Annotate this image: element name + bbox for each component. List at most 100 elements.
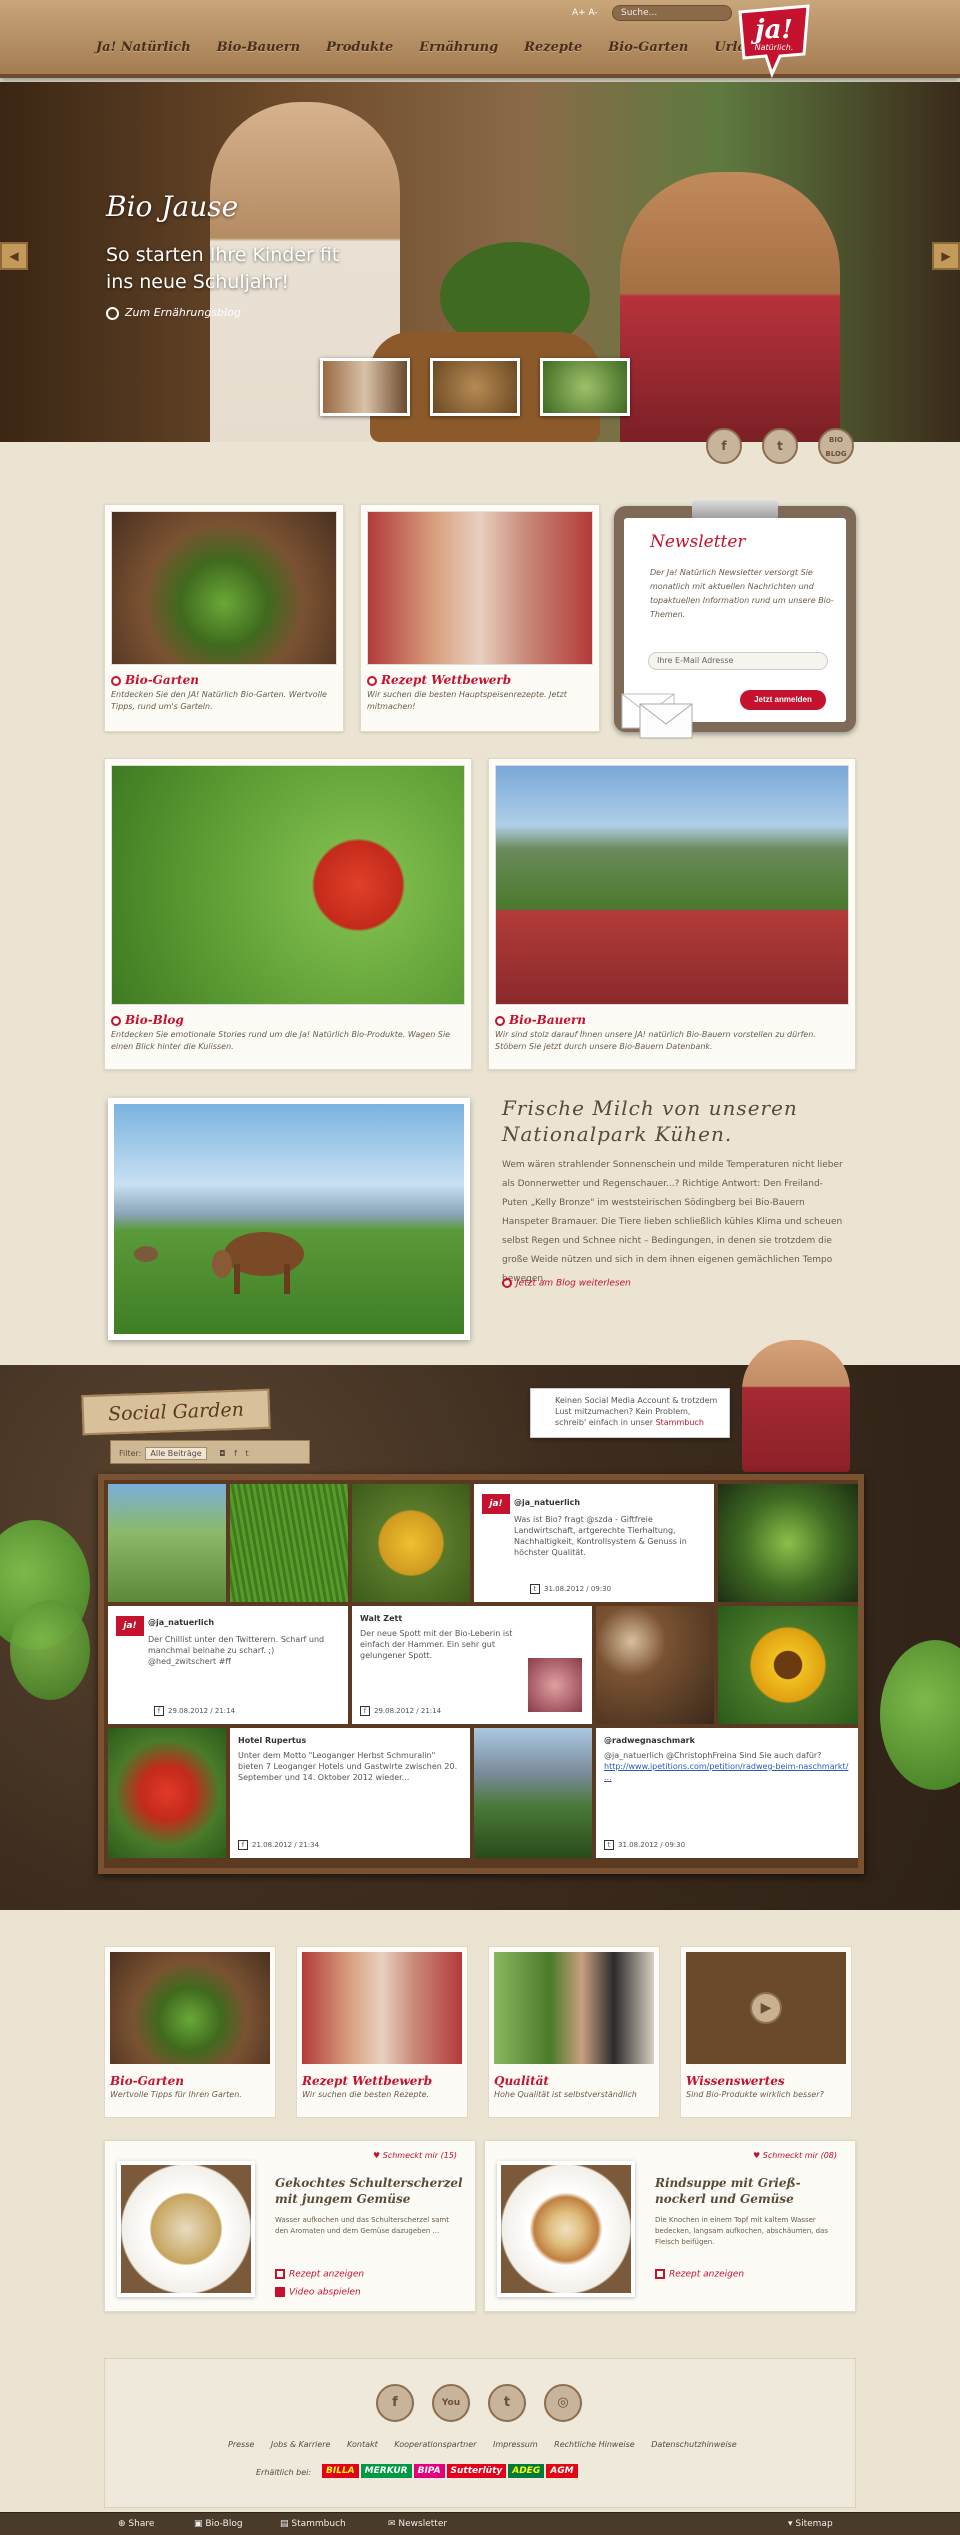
facebook-icon[interactable]: f (706, 428, 742, 464)
likes-counter[interactable]: ♥ Schmeckt mir (08) (753, 2151, 837, 2160)
social-photo-mountains[interactable] (474, 1728, 592, 1858)
newsletter-email-input[interactable]: Ihre E-Mail Adresse (648, 652, 828, 670)
adeg-logo[interactable]: ADEG (508, 2464, 545, 2478)
nav-produkte[interactable]: Produkte (326, 40, 393, 55)
footer-link-datenschutz[interactable]: Datenschutzhinweise (651, 2440, 736, 2449)
stammbuch-button[interactable]: ▤ Stammbuch (280, 2519, 346, 2529)
footer-link-jobs[interactable]: Jobs & Karriere (271, 2440, 331, 2449)
card-title: Bio-Garten (125, 673, 199, 687)
recipe-card-2[interactable]: ♥ Schmeckt mir (08) Rindsuppe mit Grieß-… (484, 2140, 856, 2312)
social-post-5[interactable]: @radwegnaschmark @ja_natuerlich @Christo… (596, 1728, 858, 1858)
card-bio-blog[interactable]: Bio-Blog Entdecken Sie emotionale Storie… (104, 758, 472, 1070)
teaser-qualitaet[interactable]: Qualität Hohe Qualität ist selbstverstän… (488, 1946, 660, 2118)
social-photo-plant[interactable] (718, 1484, 858, 1602)
recipe-title: Gekochtes Schulterscherzel mit jungem Ge… (275, 2176, 463, 2206)
cow-illustration (134, 1232, 304, 1294)
share-button[interactable]: ⊕ Share (118, 2519, 154, 2529)
facebook-filter-icon[interactable]: f (234, 1449, 237, 1458)
billa-logo[interactable]: BILLA (322, 2464, 359, 2478)
twitter-icon[interactable]: t (488, 2384, 526, 2422)
hero-link[interactable]: Zum Ernährungsblog (106, 306, 241, 320)
youtube-icon[interactable]: You (432, 2384, 470, 2422)
teaser-title: Wissenswertes (686, 2074, 785, 2088)
facebook-icon: f 21.08.2012 / 21:34 (238, 1840, 319, 1850)
filter-select[interactable]: Alle Beiträge (145, 1447, 207, 1460)
teaser-title: Qualität (494, 2074, 549, 2088)
card-text: Entdecken Sie den JA! Natürlich Bio-Gart… (111, 690, 327, 711)
social-photo-food[interactable] (596, 1606, 714, 1724)
footer-link-kontakt[interactable]: Kontakt (347, 2440, 378, 2449)
social-post-3[interactable]: Walt Zett Der neue Spott mit der Bio-Leb… (352, 1606, 592, 1724)
social-post-1[interactable]: @ja_natuerlich ja! Was ist Bio? fragt @s… (474, 1484, 714, 1602)
book-icon: ▤ (280, 2519, 292, 2529)
card-rezept-wettbewerb[interactable]: Rezept Wettbewerb Wir suchen die besten … (360, 504, 600, 732)
footer-link-kooperationspartner[interactable]: Kooperationspartner (394, 2440, 476, 2449)
newsletter-button[interactable]: ✉ Newsletter (388, 2519, 447, 2529)
teaser-text: Wertvolle Tipps für Ihren Garten. (110, 2090, 242, 2099)
merkur-logo[interactable]: MERKUR (360, 2464, 412, 2478)
hero-thumb-3[interactable] (540, 358, 630, 416)
instagram-icon[interactable]: ◎ (544, 2384, 582, 2422)
stammbuch-link[interactable]: Stammbuch (656, 1418, 704, 1427)
nav-bio-garten[interactable]: Bio-Garten (608, 40, 688, 55)
show-recipe-link[interactable]: Rezept anzeigen (655, 2269, 744, 2280)
hero-thumb-1[interactable] (320, 358, 410, 416)
hero-next-button[interactable]: ▶ (932, 242, 960, 270)
teaser-bio-garten[interactable]: Bio-Garten Wertvolle Tipps für Ihren Gar… (104, 1946, 276, 2118)
agm-logo[interactable]: AGM (546, 2464, 578, 2478)
nav-ernaehrung[interactable]: Ernährung (419, 40, 498, 55)
footer-link-rechtliche-hinweise[interactable]: Rechtliche Hinweise (554, 2440, 635, 2449)
facebook-icon[interactable]: f (376, 2384, 414, 2422)
search-input[interactable]: Suche... (612, 5, 732, 21)
lettuce-left-decoration-2 (10, 1600, 90, 1700)
recipe-card-1[interactable]: ♥ Schmeckt mir (15) Gekochtes Schultersc… (104, 2140, 476, 2312)
footer-link-presse[interactable]: Presse (228, 2440, 254, 2449)
bio-blog-button[interactable]: ▣ Bio-Blog (194, 2519, 243, 2529)
footer-link-impressum[interactable]: Impressum (493, 2440, 538, 2449)
newsletter-submit-button[interactable]: Jetzt anmelden (740, 690, 826, 710)
play-icon[interactable]: ▶ (750, 1992, 782, 2024)
teaser-rezept-wettbewerb[interactable]: Rezept Wettbewerb Wir suchen die besten … (296, 1946, 468, 2118)
bipa-logo[interactable]: BIPA (413, 2464, 445, 2478)
article-image-cow[interactable] (108, 1098, 470, 1340)
font-size-control[interactable]: A+ A- (572, 8, 598, 18)
nav-rezepte[interactable]: Rezepte (524, 40, 582, 55)
recipe-image (117, 2161, 255, 2297)
sitemap-button[interactable]: ▾ Sitemap (788, 2519, 833, 2529)
card-text: Entdecken Sie emotionale Stories rund um… (111, 1030, 451, 1051)
social-photo-sunflower[interactable] (718, 1606, 858, 1724)
card-title: Bio-Blog (125, 1013, 184, 1027)
social-photo-pigs[interactable] (108, 1484, 226, 1602)
teaser-image (494, 1952, 654, 2064)
card-image (111, 765, 465, 1005)
nav-ja-natuerlich[interactable]: Ja! Natürlich (96, 40, 191, 55)
play-video-link[interactable]: Video abspielen (275, 2287, 361, 2298)
social-post-2[interactable]: ja! @ja_natuerlich Der Chillist unter de… (108, 1606, 348, 1724)
twitter-icon[interactable]: t (762, 428, 798, 464)
social-photo-tomatoes[interactable] (108, 1728, 226, 1858)
social-post-4[interactable]: Hotel Rupertus Unter dem Motto "Leogange… (230, 1728, 470, 1858)
teaser-wissenswertes[interactable]: ▶ Wissenswertes Sind Bio-Produkte wirkli… (680, 1946, 852, 2118)
instagram-filter-icon[interactable]: ◘ (219, 1449, 225, 1458)
hero-prev-button[interactable]: ◀ (0, 242, 28, 270)
show-recipe-link[interactable]: Rezept anzeigen (275, 2269, 364, 2280)
sutterluety-logo[interactable]: Sutterlüty (446, 2464, 507, 2478)
card-image (367, 511, 593, 665)
article-read-more-link[interactable]: Jetzt am Blog weiterlesen (502, 1278, 631, 1289)
nav-bio-bauern[interactable]: Bio-Bauern (217, 40, 300, 55)
social-photo-grass[interactable] (230, 1484, 348, 1602)
card-bio-bauern[interactable]: Bio-Bauern Wir sind stolz darauf Ihnen u… (488, 758, 856, 1070)
petition-link[interactable]: http://www.ipetitions.com/petition/radwe… (604, 1762, 848, 1782)
footer (104, 2358, 856, 2508)
recipe-text: Wasser aufkochen und das Schulterscherze… (275, 2216, 449, 2235)
social-photo-tomato[interactable] (352, 1484, 470, 1602)
card-bio-garten[interactable]: Bio-Garten Entdecken Sie den JA! Natürli… (104, 504, 344, 732)
article-text: Wem wären strahlender Sonnenschein und m… (502, 1160, 843, 1284)
bio-blog-icon[interactable]: BIO BLOG (818, 428, 854, 464)
hero-thumb-2[interactable] (430, 358, 520, 416)
ja-natuerlich-logo[interactable]: ja! Natürlich. (734, 2, 814, 78)
clipboard-clasp (692, 500, 778, 520)
likes-counter[interactable]: ♥ Schmeckt mir (15) (373, 2151, 457, 2160)
envelope-icon (621, 693, 693, 739)
twitter-filter-icon[interactable]: t (246, 1449, 249, 1458)
